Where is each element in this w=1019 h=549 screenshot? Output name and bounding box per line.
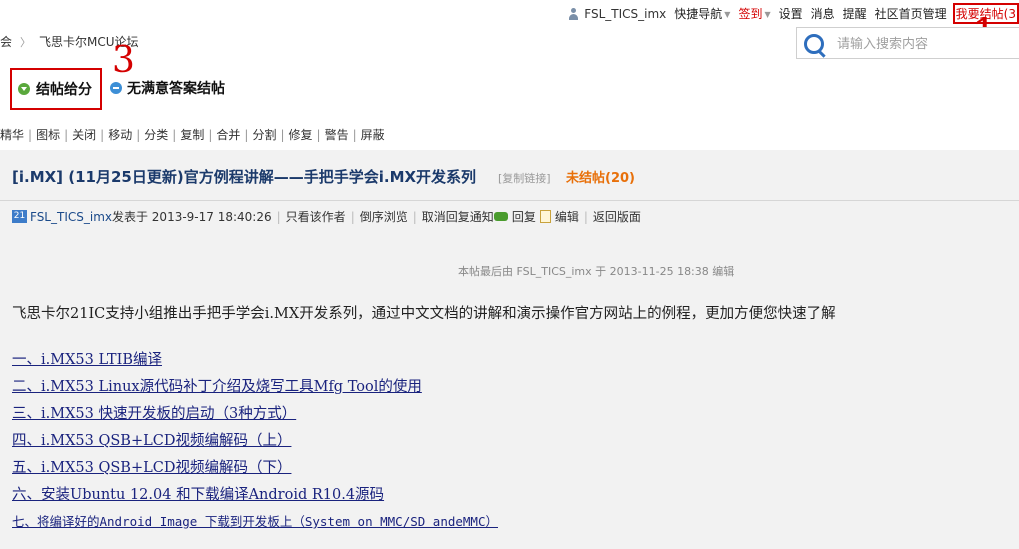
mod-digest[interactable]: 精华 (0, 128, 24, 142)
reverse-order-link[interactable]: 倒序浏览 (360, 208, 408, 225)
checkin-menu[interactable]: 签到 ▼ (738, 5, 770, 22)
username-link[interactable]: FSL_TICS_imx (584, 7, 666, 21)
mod-repair[interactable]: 修复 (289, 128, 313, 142)
mod-split[interactable]: 分割 (252, 128, 276, 142)
close-unsatisfied-button[interactable]: 无满意答案结帖 (110, 78, 225, 98)
close-unsatisfied-label: 无满意答案结帖 (127, 81, 225, 97)
tutorial-link[interactable]: 二、i.MX53 Linux源代码补丁介绍及烧写工具Mfg Tool的使用 (12, 377, 498, 404)
tutorial-link[interactable]: 五、i.MX53 QSB+LCD视频编解码（下） (12, 458, 498, 485)
quick-nav-label: 快捷导航 (674, 7, 723, 21)
mod-icon[interactable]: 图标 (36, 128, 60, 142)
annotation-three: 3 (112, 40, 135, 81)
divider: | (136, 128, 141, 142)
breadcrumb-separator-icon: 〉 (20, 36, 32, 49)
tutorial-link[interactable]: 六、安装Ubuntu 12.04 和下载编译Android R10.4源码 (12, 485, 498, 512)
author-only-link[interactable]: 只看该作者 (286, 208, 346, 225)
author-link[interactable]: FSL_TICS_imx (30, 210, 112, 224)
mod-copy[interactable]: 复制 (180, 128, 204, 142)
user-icon (568, 7, 579, 20)
mod-move[interactable]: 移动 (108, 128, 132, 142)
edit-icon (539, 210, 551, 223)
divider: | (64, 128, 69, 142)
thread-status-badge: 未结帖(20) (566, 171, 635, 186)
settings-link[interactable]: 设置 (779, 5, 803, 22)
post-meta-bar: 21 FSL_TICS_imx 发表于 2013-9-17 18:40:26 |… (12, 208, 641, 225)
divider: | (244, 128, 249, 142)
reply-button[interactable]: 回复 (512, 208, 536, 225)
down-arrow-circle-icon (18, 83, 30, 95)
back-to-board-link[interactable]: 返回版面 (593, 208, 641, 225)
online-badge-icon: 21 (12, 210, 27, 223)
thread-title-bar: [i.MX] (11月25日更新)官方例程讲解——手把手学会i.MX开发系列 [… (0, 150, 1019, 201)
moderation-toolbar: 精华 | 图标 | 关闭 | 移动 | 分类 | 复制 | 合并 | 分割 | 修复 | 警告 | 屏蔽 (0, 126, 385, 143)
divider: | (350, 209, 355, 224)
checkin-label: 签到 (738, 7, 763, 21)
messages-link[interactable]: 消息 (811, 5, 835, 22)
post-content: [i.MX] (11月25日更新)官方例程讲解——手把手学会i.MX开发系列 [… (0, 150, 1019, 549)
divider: | (100, 128, 105, 142)
divider: | (280, 128, 285, 142)
divider: | (172, 128, 177, 142)
admin-link[interactable]: 社区首页管理 (875, 5, 947, 22)
thread-title[interactable]: [i.MX] (11月25日更新)官方例程讲解——手把手学会i.MX开发系列 (12, 166, 476, 187)
post-time: 发表于 2013-9-17 18:40:26 (111, 210, 272, 224)
divider: | (352, 128, 357, 142)
tutorial-link[interactable]: 三、i.MX53 快速开发板的启动（3种方式） (12, 404, 498, 431)
tutorial-link-list: 一、i.MX53 LTIB编译 二、i.MX53 Linux源代码补丁介绍及烧写… (12, 350, 498, 539)
divider: | (276, 209, 281, 224)
reminders-link[interactable]: 提醒 (843, 5, 867, 22)
top-bar: FSL_TICS_imx 快捷导航 ▼ 签到 ▼ 设置 消息 提醒 社区首页管理 我… (0, 0, 1019, 24)
divider: | (583, 209, 588, 224)
divider: | (316, 128, 321, 142)
search-input[interactable] (837, 34, 1007, 54)
last-edit-note: 本帖最后由 FSL_TICS_imx 于 2013-11-25 18:38 编辑 (458, 265, 735, 278)
top-nav: FSL_TICS_imx 快捷导航 ▼ 签到 ▼ 设置 消息 提醒 社区首页管理 我… (568, 3, 1019, 24)
edit-button[interactable]: 编辑 (555, 208, 579, 225)
post-intro-text: 飞思卡尔21IC支持小组推出手把手学会i.MX开发系列，通过中文文档的讲解和演示… (12, 306, 836, 322)
search-box (796, 27, 1019, 59)
chevron-down-icon: ▼ (724, 10, 731, 19)
breadcrumb-home[interactable]: 会 (0, 35, 12, 49)
tutorial-link[interactable]: 七、将编译好的Android Image 下载到开发板上（System on M… (12, 512, 498, 539)
mod-block[interactable]: 屏蔽 (361, 128, 385, 142)
divider: | (28, 128, 33, 142)
cancel-notify-link[interactable]: 取消回复通知 (422, 208, 494, 225)
divider: | (208, 128, 213, 142)
copy-link-button[interactable]: [复制链接] (498, 170, 551, 186)
close-with-reward-label: 结帖给分 (36, 82, 92, 98)
mod-warn[interactable]: 警告 (325, 128, 349, 142)
mod-close[interactable]: 关闭 (72, 128, 96, 142)
tutorial-link[interactable]: 一、i.MX53 LTIB编译 (12, 350, 498, 377)
divider: | (412, 209, 417, 224)
tutorial-link[interactable]: 四、i.MX53 QSB+LCD视频编解码（上） (12, 431, 498, 458)
close-with-reward-button[interactable]: 结帖给分 (10, 68, 102, 110)
reply-icon (493, 212, 508, 221)
search-icon[interactable] (804, 34, 824, 54)
chevron-down-icon: ▼ (764, 10, 771, 19)
mod-merge[interactable]: 合并 (216, 128, 240, 142)
mod-category[interactable]: 分类 (144, 128, 168, 142)
minus-circle-icon (110, 82, 122, 94)
quick-nav-menu[interactable]: 快捷导航 ▼ (674, 5, 730, 22)
